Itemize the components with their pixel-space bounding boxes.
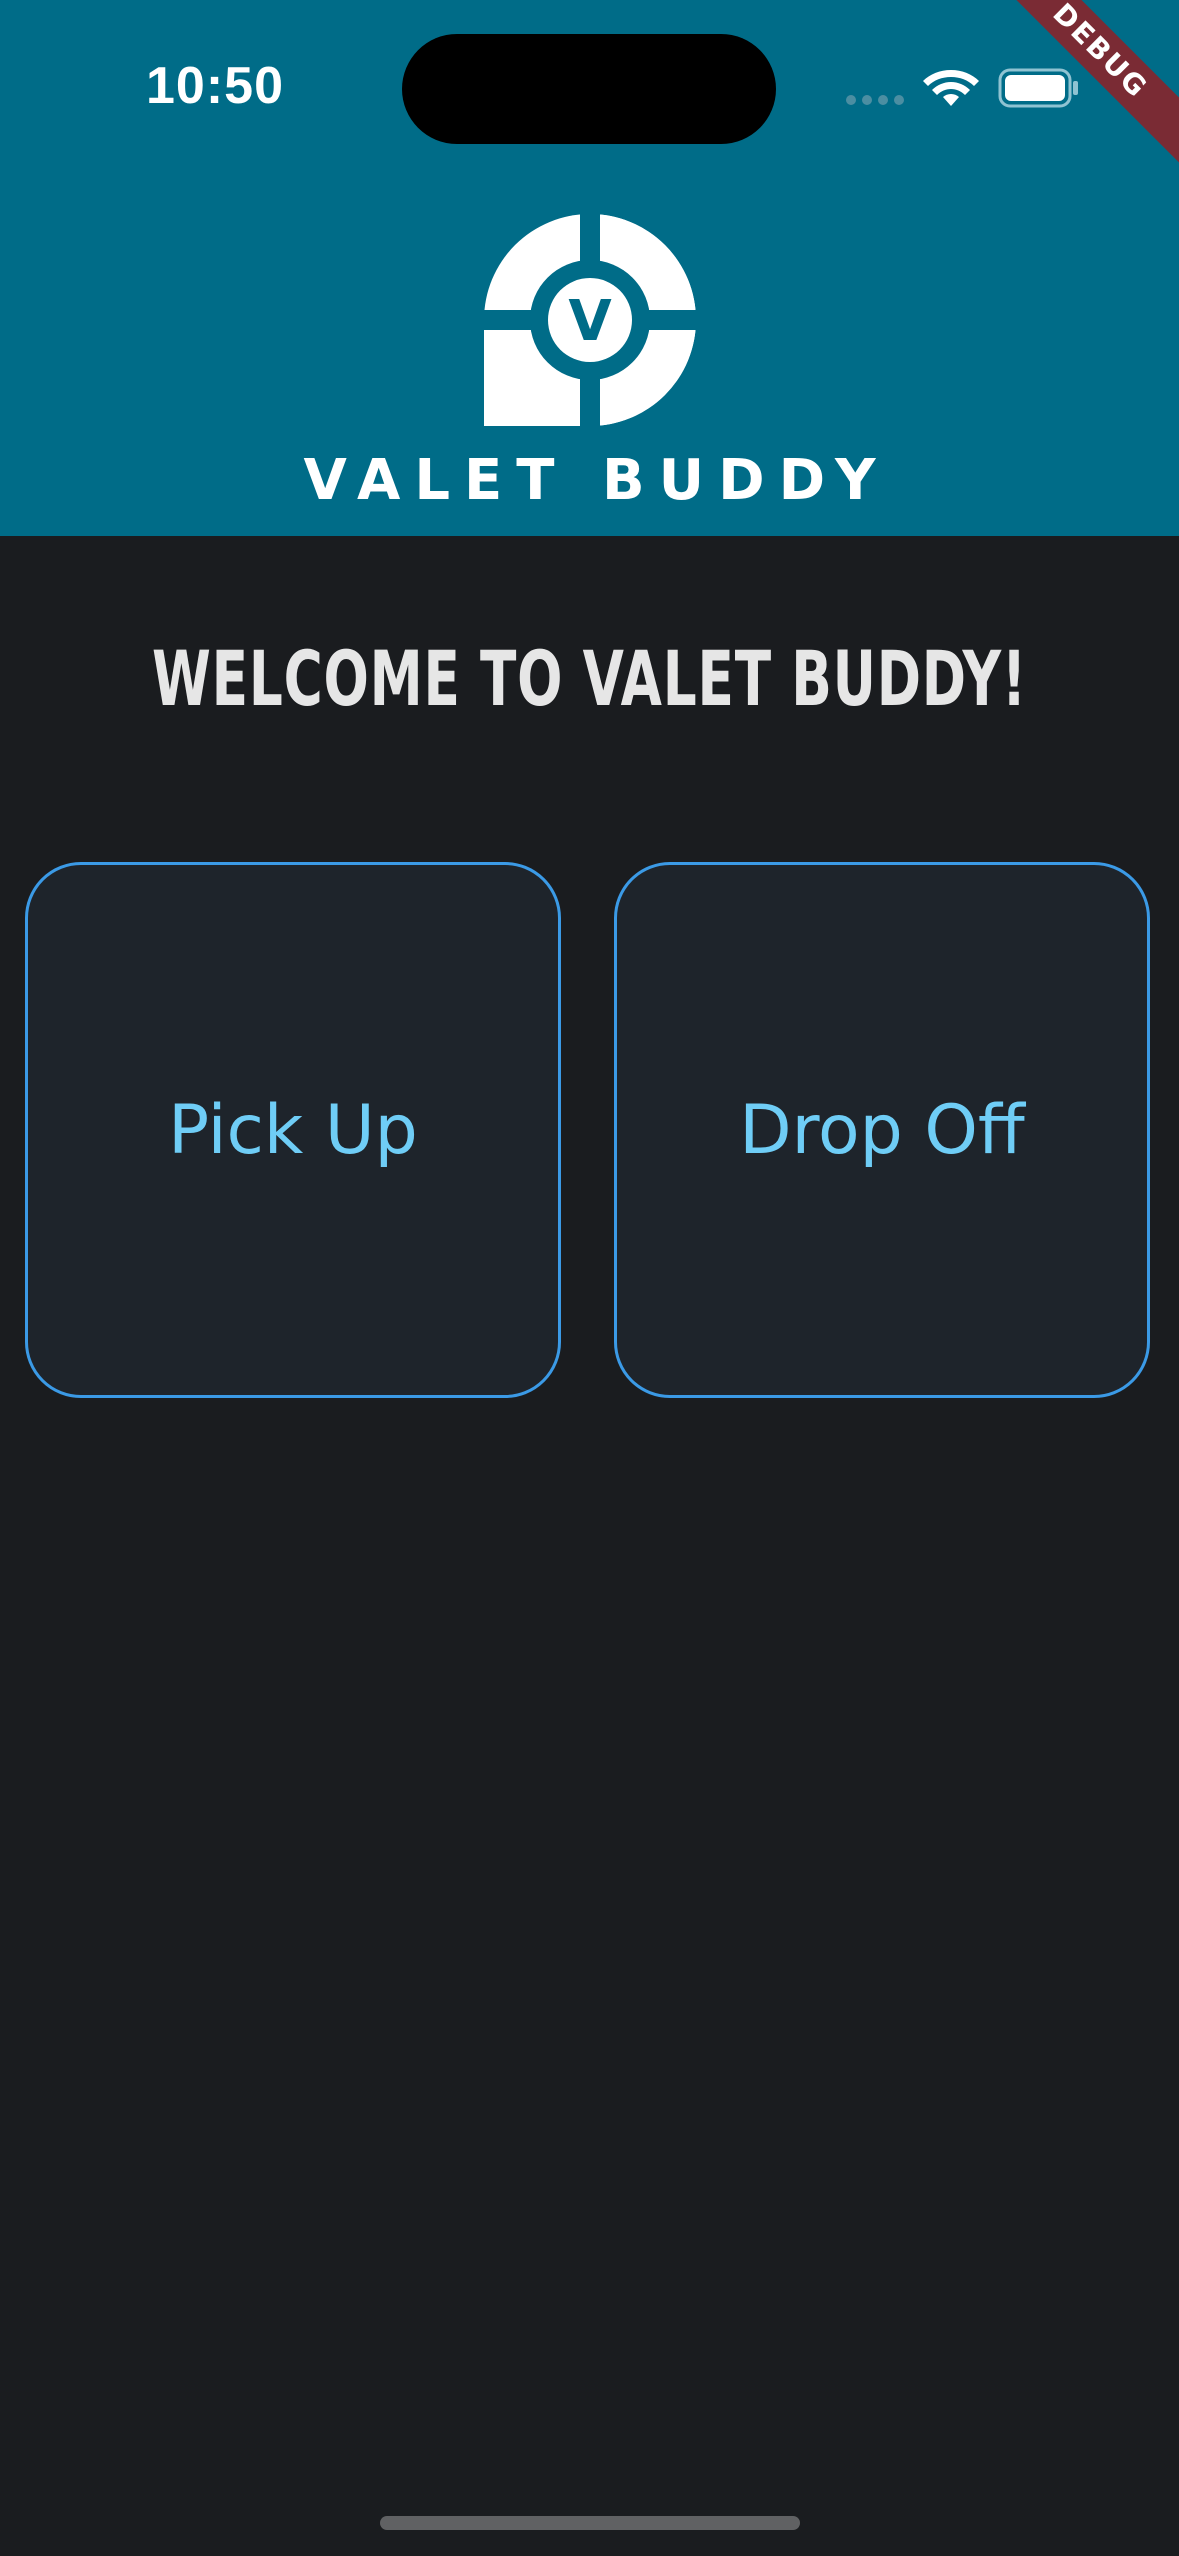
dynamic-island <box>402 34 776 144</box>
status-time: 10:50 <box>146 57 284 115</box>
wifi-icon <box>923 70 979 106</box>
valet-buddy-logo-icon: V <box>484 214 696 426</box>
logo-letter: V <box>568 289 612 354</box>
drop-off-button[interactable]: Drop Off <box>614 862 1150 1398</box>
app-header: 10:50 DEBUG V VALET BUDDY <box>0 0 1179 536</box>
signal-dots-icon <box>846 95 904 105</box>
page-title: WELCOME TO VALET BUDDY! <box>151 634 1028 723</box>
battery-icon <box>998 68 1078 108</box>
logo-text: VALET BUDDY <box>303 448 890 513</box>
home-indicator <box>380 2516 800 2530</box>
pick-up-button[interactable]: Pick Up <box>25 862 561 1398</box>
